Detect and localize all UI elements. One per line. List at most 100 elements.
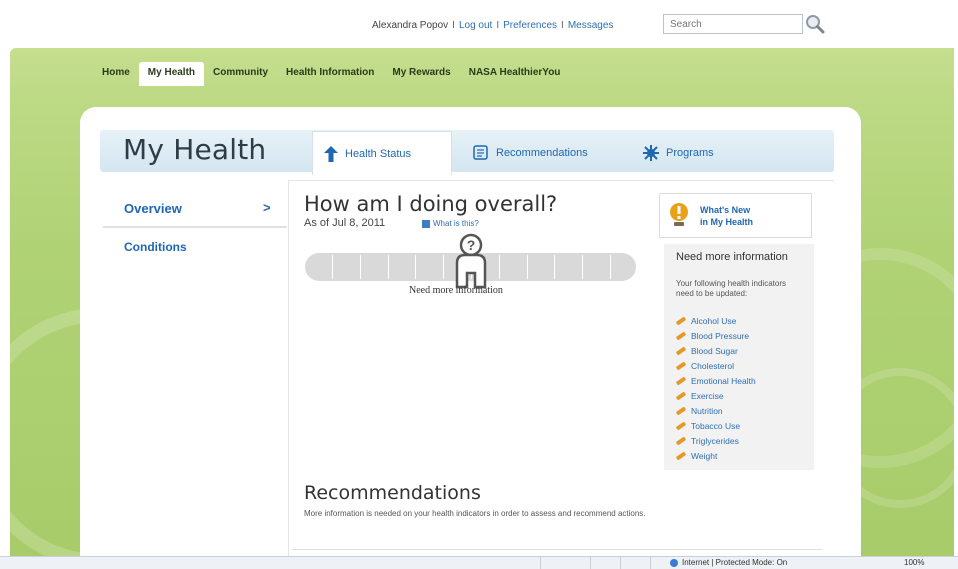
globe-icon — [670, 558, 678, 567]
indicator-label: Emotional Health — [691, 375, 756, 386]
indicator-link-triglycerides[interactable]: Triglycerides — [675, 433, 756, 448]
tab-programs[interactable]: Programs — [632, 131, 724, 175]
what-is-this-label: What is this? — [433, 219, 479, 228]
zone-label: Internet | Protected Mode: On — [682, 558, 788, 567]
indicator-link-tobacco-use[interactable]: Tobacco Use — [675, 418, 756, 433]
sidebar-item-label: Overview — [124, 201, 182, 216]
pencil-icon — [675, 360, 687, 371]
meter-segment-divider — [582, 255, 583, 279]
meter-segment-divider — [610, 255, 611, 279]
meter-segment-divider — [554, 255, 555, 279]
indicator-link-nutrition[interactable]: Nutrition — [675, 403, 756, 418]
tab-label: Recommendations — [496, 147, 588, 159]
pencil-icon — [675, 435, 687, 446]
pencil-icon — [675, 330, 687, 341]
what-is-this-link[interactable]: What is this? — [422, 219, 479, 228]
indicator-link-blood-pressure[interactable]: Blood Pressure — [675, 328, 756, 343]
indicator-label: Blood Sugar — [691, 345, 738, 356]
meter-segment-divider — [415, 255, 416, 279]
document-icon — [473, 145, 488, 160]
alert-icon — [670, 203, 688, 226]
indicator-label: Exercise — [691, 390, 724, 401]
pencil-icon — [675, 375, 687, 386]
recommendations-text: More information is needed on your healt… — [304, 509, 646, 518]
pencil-icon — [675, 405, 687, 416]
tab-label: Health Status — [345, 147, 412, 160]
recommendations-heading: Recommendations — [304, 482, 481, 504]
browser-status-bar: Internet | Protected Mode: On 100% — [0, 556, 958, 569]
preferences-link[interactable]: Preferences — [503, 20, 557, 31]
burst-icon — [643, 145, 659, 161]
separator: I — [561, 20, 564, 31]
nav-community[interactable]: Community — [204, 62, 277, 86]
pencil-icon — [675, 315, 687, 326]
indicator-link-emotional-health[interactable]: Emotional Health — [675, 373, 756, 388]
nav-home[interactable]: Home — [93, 62, 139, 86]
indicator-label: Nutrition — [691, 405, 723, 416]
meter-segment-divider — [332, 255, 333, 279]
help-icon — [422, 219, 430, 228]
overall-heading: How am I doing overall? — [304, 192, 558, 216]
user-links: Alexandra Popov I Log out I Preferences I Mess… — [372, 20, 613, 31]
indicator-label: Alcohol Use — [691, 315, 737, 326]
person-arrow-icon — [324, 145, 338, 162]
pencil-icon — [675, 345, 687, 356]
whats-new-label: What's New in My Health — [700, 204, 753, 228]
nav-my-rewards[interactable]: My Rewards — [383, 62, 459, 86]
indicator-link-weight[interactable]: Weight — [675, 448, 756, 463]
sidebar-item-conditions[interactable]: Conditions — [124, 240, 187, 254]
status-divider — [540, 557, 541, 569]
search-button[interactable] — [804, 13, 826, 35]
user-name: Alexandra Popov — [372, 20, 449, 31]
magnifier-icon — [806, 15, 825, 34]
indicator-label: Tobacco Use — [691, 420, 741, 431]
meter-segment-divider — [388, 255, 389, 279]
meter-segment-divider — [527, 255, 528, 279]
status-divider — [650, 557, 651, 569]
top-bar: Alexandra Popov I Log out I Preferences I Mess… — [0, 0, 958, 50]
indicator-link-exercise[interactable]: Exercise — [675, 388, 756, 403]
pencil-icon — [675, 450, 687, 461]
indicator-link-blood-sugar[interactable]: Blood Sugar — [675, 343, 756, 358]
nav-nasa-healthieryou[interactable]: NASA HealthierYou — [460, 62, 570, 86]
need-info-title: Need more information — [676, 251, 788, 263]
chevron-right-icon: > — [263, 200, 271, 215]
svg-text:?: ? — [467, 237, 476, 253]
messages-link[interactable]: Messages — [568, 20, 614, 31]
meter-segment-divider — [360, 255, 361, 279]
zoom-label: 100% — [904, 558, 925, 567]
pencil-icon — [675, 390, 687, 401]
indicator-link-alcohol-use[interactable]: Alcohol Use — [675, 313, 756, 328]
page-title: My Health — [123, 133, 267, 166]
indicator-list: Alcohol Use Blood Pressure Blood Sugar C… — [675, 313, 756, 463]
indicator-link-cholesterol[interactable]: Cholesterol — [675, 358, 756, 373]
whats-new-box[interactable]: What's New in My Health — [659, 193, 812, 238]
tab-recommendations[interactable]: Recommendations — [462, 131, 598, 175]
indicator-label: Triglycerides — [691, 435, 739, 446]
indicator-label: Weight — [691, 450, 718, 461]
nav-my-health[interactable]: My Health — [138, 62, 205, 86]
search-input[interactable] — [663, 14, 803, 34]
main-nav: Home My Health Community Health Informat… — [93, 62, 569, 86]
indicator-label: Blood Pressure — [691, 330, 750, 341]
meter-segment-divider — [443, 255, 444, 279]
zoom-level[interactable]: 100% — [904, 558, 924, 567]
indicator-label: Cholesterol — [691, 360, 734, 371]
meter-label: Need more information — [409, 285, 503, 296]
as-of-date: As of Jul 8, 2011 — [304, 217, 386, 229]
nav-health-information[interactable]: Health Information — [277, 62, 383, 86]
status-divider — [620, 557, 621, 569]
need-info-description: Your following health indicators need to… — [676, 279, 786, 298]
tab-health-status[interactable]: Health Status — [312, 131, 452, 175]
security-zone[interactable]: Internet | Protected Mode: On — [670, 558, 787, 567]
sidebar-item-overview[interactable]: Overview > — [103, 194, 287, 228]
whats-new-line: What's New — [700, 205, 751, 215]
separator: I — [452, 20, 455, 31]
tab-label: Programs — [666, 147, 714, 159]
logout-link[interactable]: Log out — [459, 20, 492, 31]
meter-segment-divider — [499, 255, 500, 279]
pencil-icon — [675, 420, 687, 431]
whats-new-line: in My Health — [700, 217, 754, 227]
status-divider — [590, 557, 591, 569]
separator: I — [496, 20, 500, 31]
